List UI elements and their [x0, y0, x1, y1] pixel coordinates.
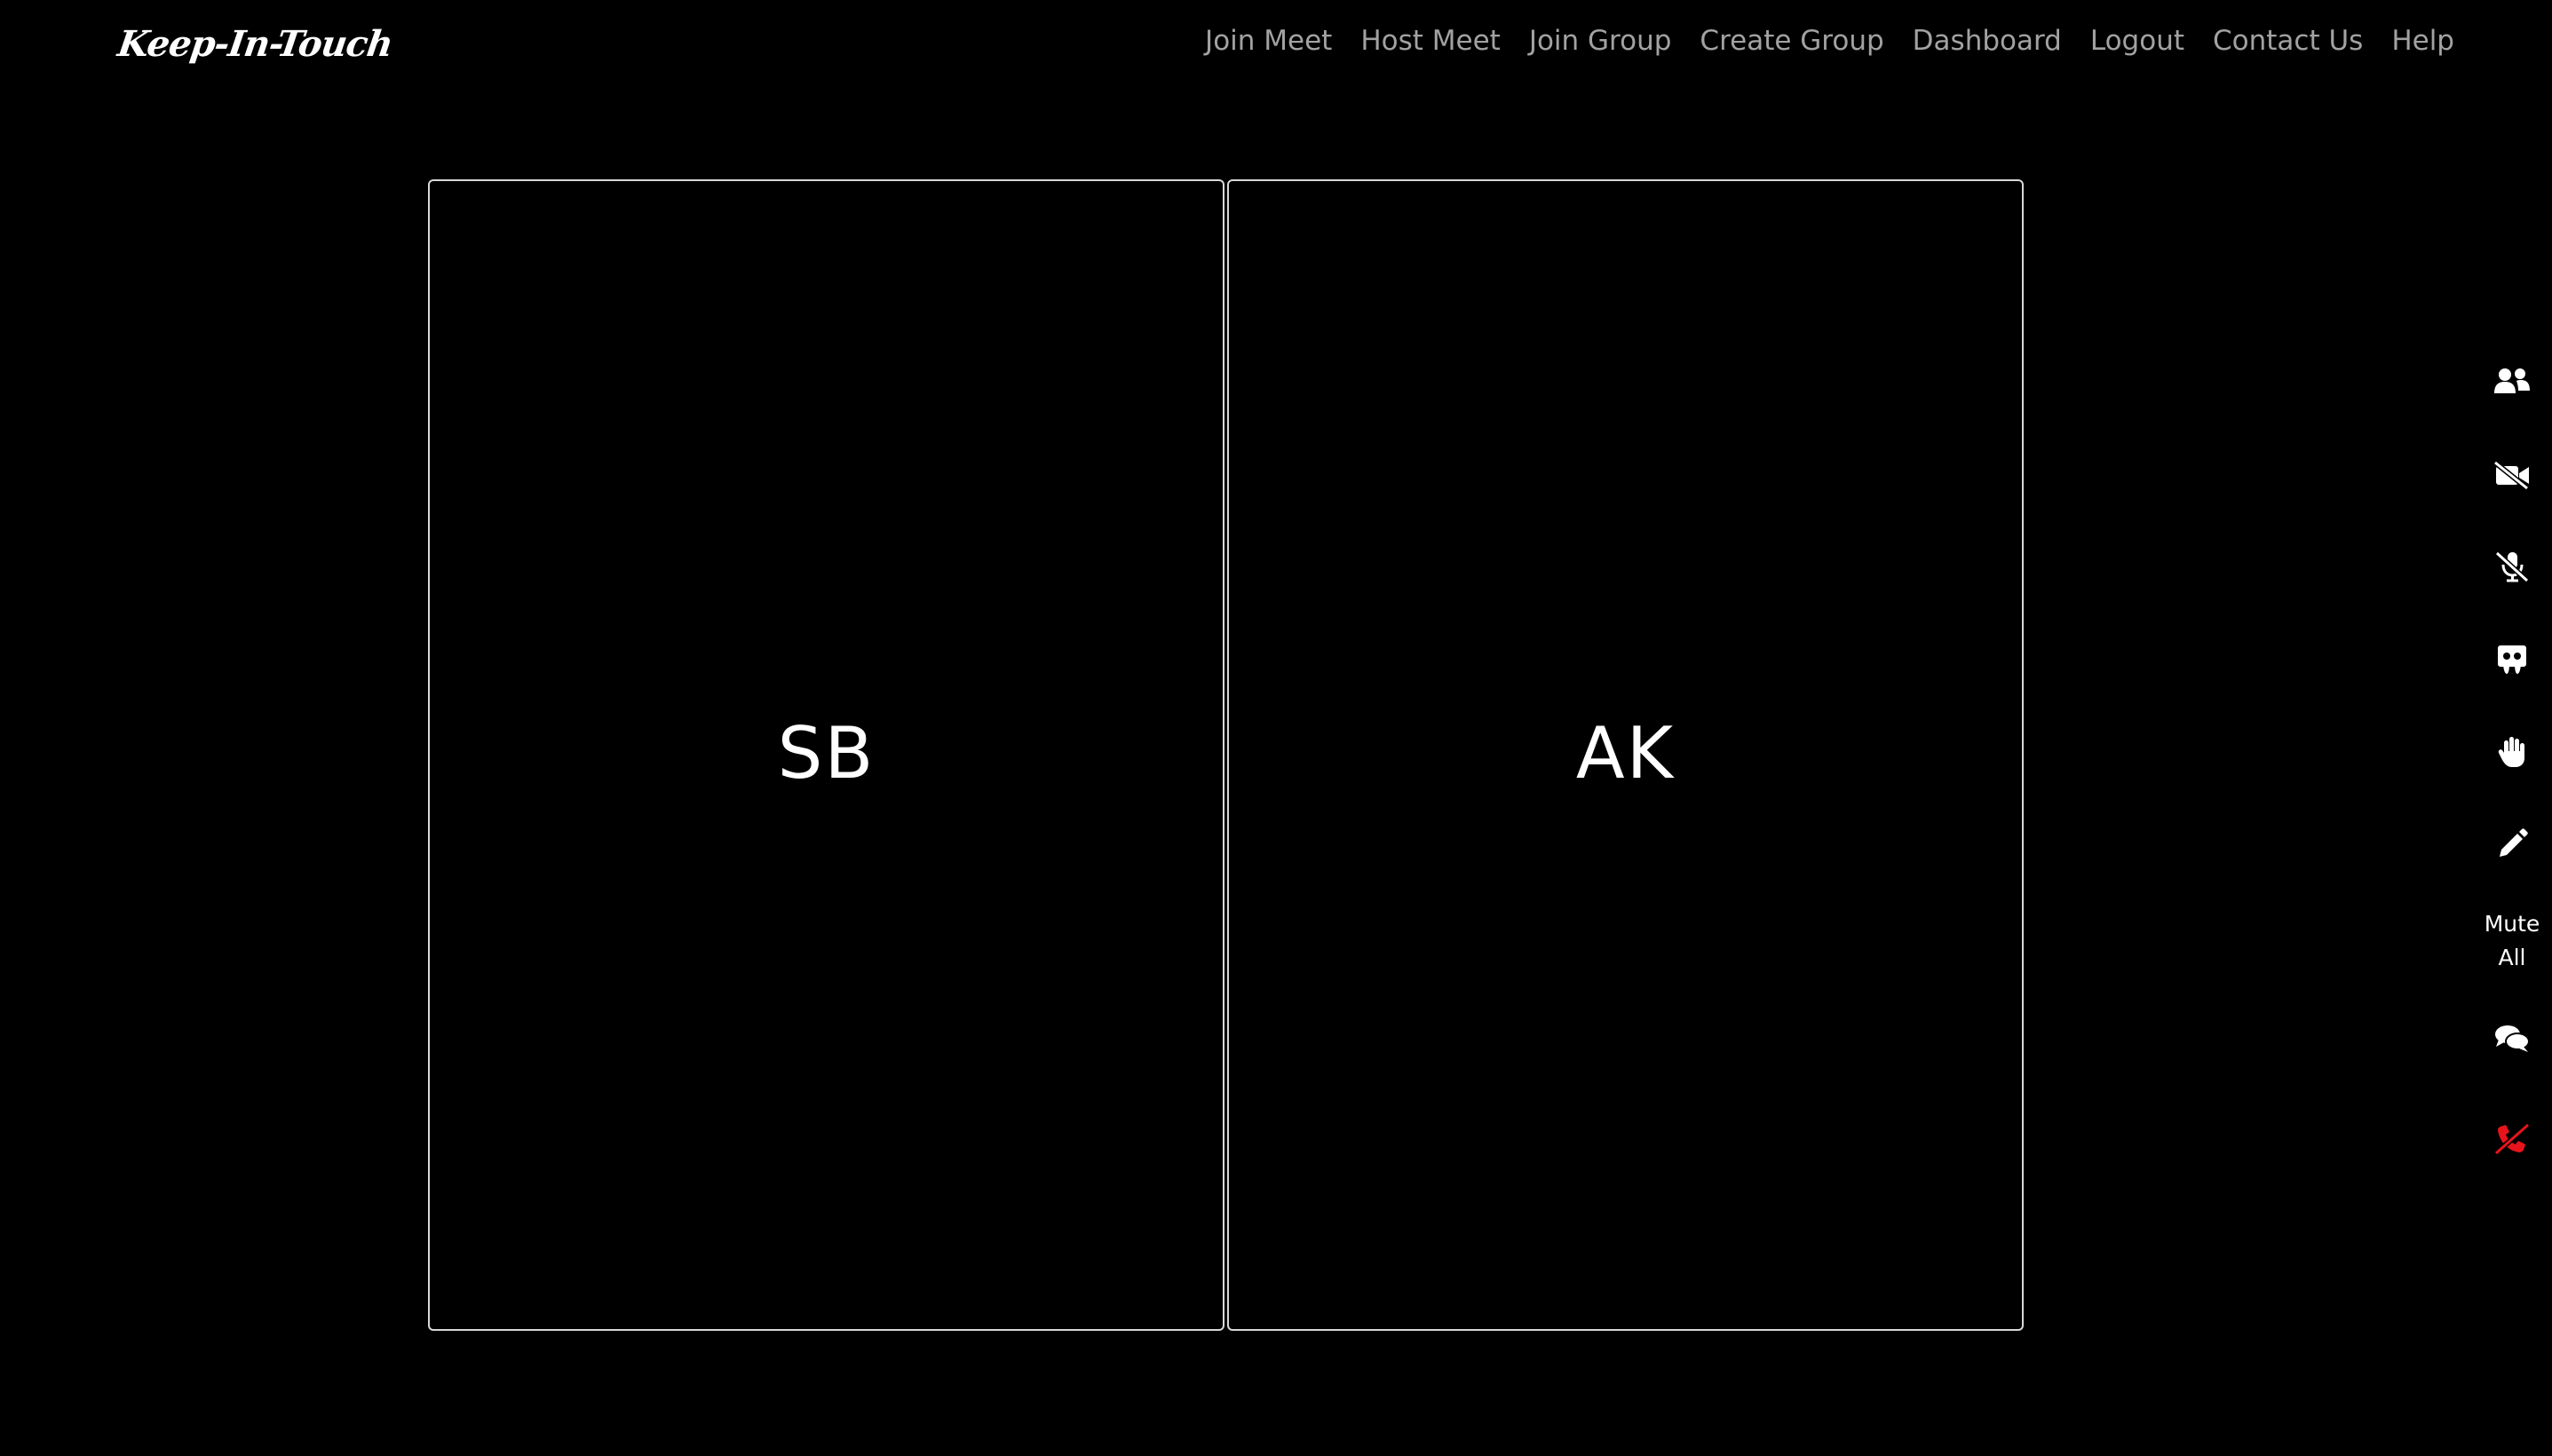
phone-slash-icon [2493, 1121, 2531, 1155]
toggle-mic-button[interactable] [2472, 547, 2552, 586]
screen-share-button[interactable] [2472, 640, 2552, 679]
nav-join-meet[interactable]: Join Meet [1205, 25, 1332, 57]
participant-tile: AK [1227, 179, 2024, 1331]
nav-links: Join Meet Host Meet Join Group Create Gr… [1177, 25, 2454, 57]
participants-button[interactable] [2472, 362, 2552, 401]
microphone-slash-icon [2493, 550, 2531, 583]
video-slash-icon [2493, 460, 2531, 490]
nav-join-group[interactable]: Join Group [1529, 25, 1672, 57]
toggle-video-button[interactable] [2472, 455, 2552, 495]
hand-icon [2497, 735, 2527, 769]
pencil-icon [2496, 828, 2528, 860]
whiteboard-button[interactable] [2472, 825, 2552, 864]
participant-initials: SB [777, 712, 876, 795]
mute-all-label-line1: Mute [2484, 911, 2540, 937]
chat-button[interactable] [2472, 1019, 2552, 1058]
slideshare-icon [2495, 643, 2529, 677]
users-icon [2493, 367, 2531, 397]
nav-create-group[interactable]: Create Group [1700, 25, 1883, 57]
nav-contact-us[interactable]: Contact Us [2213, 25, 2363, 57]
navbar: Keep-In-Touch Join Meet Host Meet Join G… [0, 0, 2552, 98]
mute-all-button[interactable]: Mute All [2472, 906, 2552, 977]
comments-icon [2493, 1023, 2531, 1055]
end-call-button[interactable] [2472, 1119, 2552, 1158]
raise-hand-button[interactable] [2472, 732, 2552, 772]
brand-logo[interactable]: Keep-In-Touch [115, 23, 395, 65]
mute-all-label-line2: All [2498, 945, 2526, 970]
nav-dashboard[interactable]: Dashboard [1913, 25, 2062, 57]
participant-tile: SB [428, 179, 1224, 1331]
nav-logout[interactable]: Logout [2090, 25, 2184, 57]
nav-host-meet[interactable]: Host Meet [1360, 25, 1500, 57]
participant-initials: AK [1575, 712, 1676, 795]
nav-help[interactable]: Help [2391, 25, 2454, 57]
